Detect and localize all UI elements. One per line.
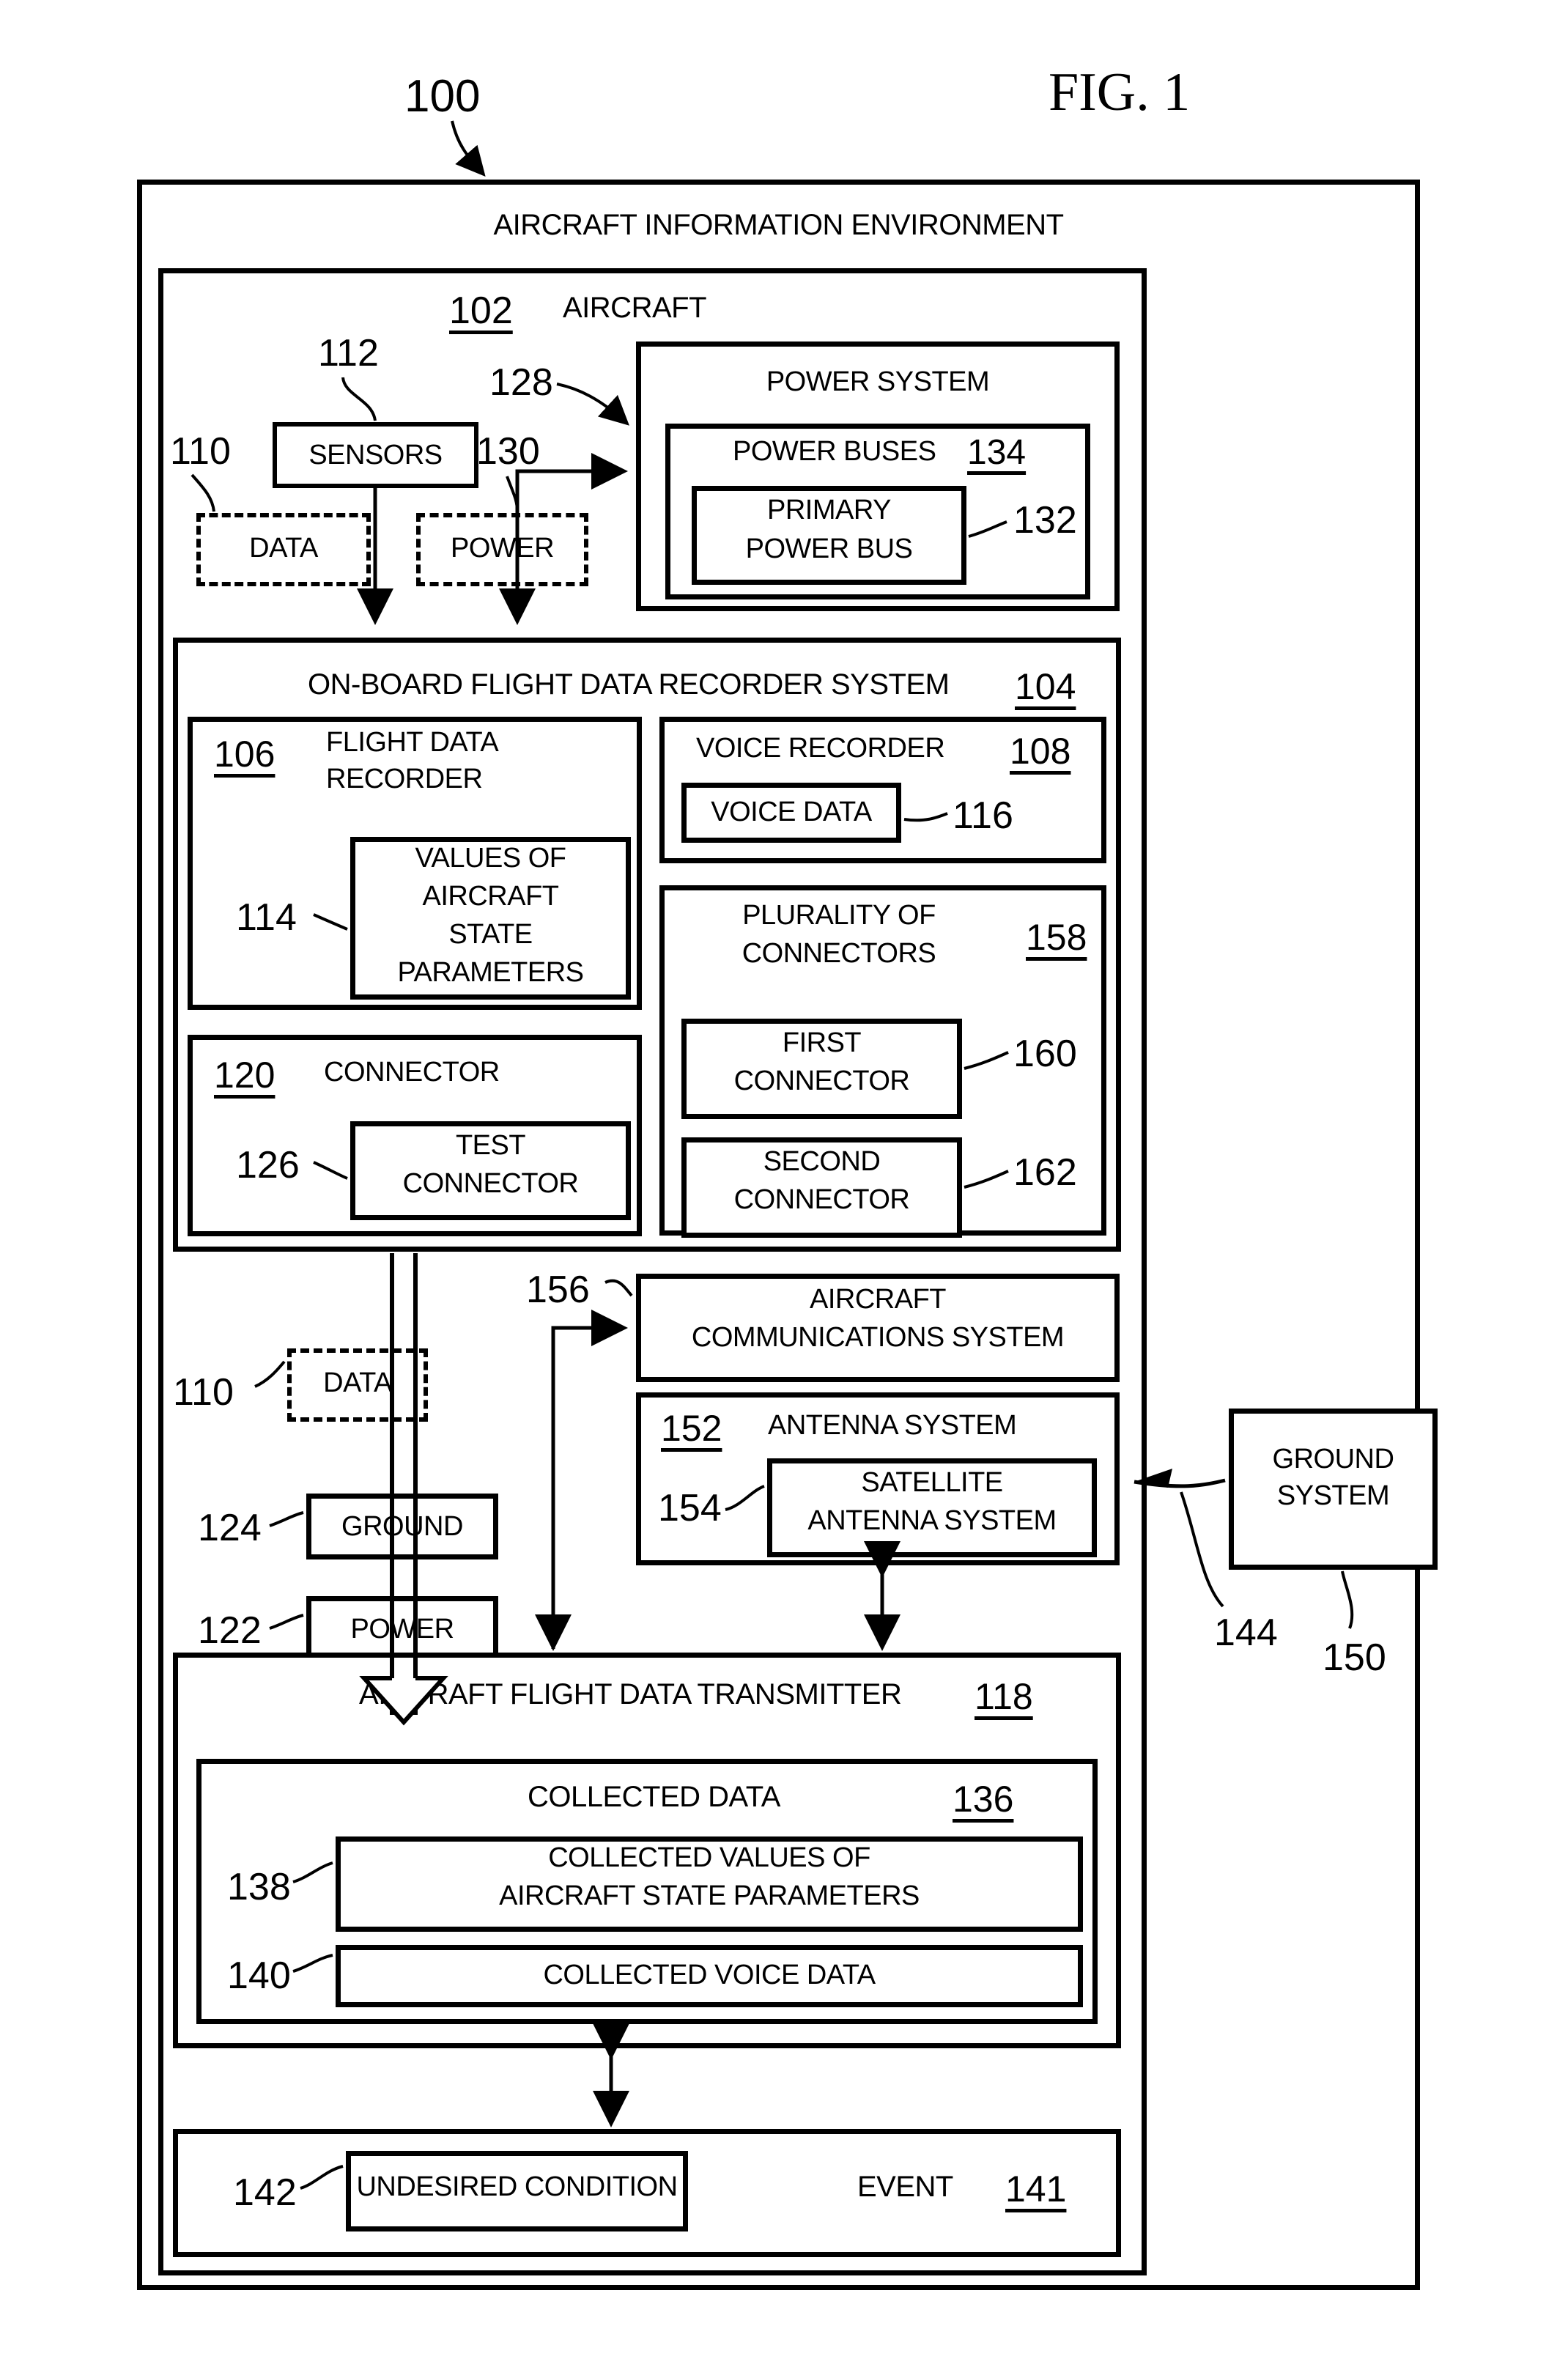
satellite-antenna-ref-154: 154 [658, 1487, 722, 1529]
test-connector-ref-126: 126 [236, 1144, 300, 1186]
aircraft-ref-102: 102 [449, 289, 513, 332]
collected-values-line1: COLLECTED VALUES OF [548, 1842, 870, 1873]
data-label-mid: DATA [323, 1367, 392, 1398]
power-buses-label: POWER BUSES [733, 436, 936, 467]
second-connector-line2: CONNECTOR [733, 1184, 910, 1215]
ground-system-link-ref-144: 144 [1214, 1612, 1278, 1654]
ground-system-line2: SYSTEM [1276, 1480, 1390, 1511]
power-ref-130: 130 [476, 430, 540, 473]
voice-recorder-label: VOICE RECORDER [696, 733, 945, 764]
ground-label: GROUND [341, 1511, 463, 1542]
comm-system-line1: AIRCRAFT [810, 1284, 947, 1315]
collected-voice-label: COLLECTED VOICE DATA [543, 1960, 876, 1990]
ground-system-line1: GROUND [1272, 1444, 1394, 1474]
data-ref-110-mid: 110 [173, 1371, 234, 1414]
aircraft-title: AIRCRAFT [563, 292, 707, 324]
first-connector-line2: CONNECTOR [733, 1066, 910, 1096]
ground-ref-124: 124 [198, 1507, 262, 1549]
event-label: EVENT [857, 2171, 953, 2203]
sensors-ref-112: 112 [318, 332, 379, 374]
collected-data-ref-136: 136 [953, 1779, 1014, 1820]
test-connector-line2: CONNECTOR [402, 1168, 579, 1199]
undesired-condition-ref-142: 142 [233, 2171, 297, 2214]
values-line3: STATE [448, 919, 533, 950]
flight-data-recorder-line2: RECORDER [326, 764, 483, 794]
power-buses-ref-134: 134 [967, 433, 1027, 472]
voice-data-label: VOICE DATA [711, 797, 872, 827]
plurality-line2: CONNECTORS [742, 938, 936, 969]
first-connector-ref-160: 160 [1013, 1033, 1077, 1075]
values-line1: VALUES OF [415, 843, 566, 874]
values-line4: PARAMETERS [397, 957, 584, 988]
voice-recorder-ref-108: 108 [1010, 731, 1071, 772]
comm-system-ref-156: 156 [526, 1269, 590, 1311]
voice-data-ref-116: 116 [953, 794, 1013, 837]
power-ref-122: 122 [198, 1609, 262, 1652]
event-ref-141: 141 [1005, 2168, 1067, 2210]
connector-ref-120: 120 [214, 1055, 275, 1096]
second-connector-line1: SECOND [763, 1146, 881, 1177]
antenna-system-label: ANTENNA SYSTEM [768, 1410, 1017, 1441]
leader-100 [451, 120, 486, 177]
flight-data-recorder-ref-106: 106 [214, 734, 275, 775]
data-ref-110-top: 110 [170, 430, 231, 473]
primary-power-bus-line1: PRIMARY [767, 495, 891, 525]
transmitter-ref-118: 118 [975, 1676, 1033, 1717]
ground-system-ref-150: 150 [1323, 1636, 1386, 1679]
primary-power-bus-ref-132: 132 [1013, 499, 1077, 542]
fdr-system-title: ON-BOARD FLIGHT DATA RECORDER SYSTEM [308, 668, 950, 701]
satellite-antenna-line2: ANTENNA SYSTEM [807, 1505, 1057, 1536]
primary-power-bus-line2: POWER BUS [745, 534, 913, 564]
sensors-label: SENSORS [308, 440, 443, 470]
values-line2: AIRCRAFT [422, 881, 560, 912]
connector-label: CONNECTOR [324, 1057, 500, 1088]
values-ref-114: 114 [236, 896, 297, 939]
collected-data-label: COLLECTED DATA [528, 1781, 780, 1813]
transmitter-title: AIRCRAFT FLIGHT DATA TRANSMITTER [359, 1678, 902, 1710]
collected-values-line2: AIRCRAFT STATE PARAMETERS [499, 1880, 920, 1911]
environment-title: AIRCRAFT INFORMATION ENVIRONMENT [493, 209, 1064, 241]
plurality-ref-158: 158 [1026, 917, 1087, 958]
second-connector-ref-162: 162 [1013, 1151, 1077, 1194]
first-connector-line1: FIRST [782, 1027, 862, 1058]
patent-figure-sheet: 100 FIG. 1 AIRCRAFT INFORMATION ENVIRONM… [0, 0, 1568, 2370]
test-connector-line1: TEST [455, 1130, 526, 1161]
figure-label: FIG. 1 [1049, 62, 1191, 122]
collected-voice-ref-140: 140 [227, 1954, 291, 1997]
comm-system-line2: COMMUNICATIONS SYSTEM [691, 1322, 1065, 1353]
power-label-mid: POWER [350, 1614, 454, 1644]
collected-values-ref-138: 138 [227, 1866, 291, 1908]
satellite-antenna-line1: SATELLITE [861, 1467, 1003, 1498]
undesired-condition-label: UNDESIRED CONDITION [356, 2171, 678, 2202]
plurality-line1: PLURALITY OF [742, 900, 936, 931]
power-system-title: POWER SYSTEM [766, 366, 990, 397]
antenna-system-ref-152: 152 [661, 1408, 722, 1449]
figure-ref-100: 100 [404, 71, 481, 122]
power-connection-ref-128: 128 [489, 361, 553, 404]
power-label-top: POWER [450, 533, 555, 564]
flight-data-recorder-line1: FLIGHT DATA [326, 727, 499, 758]
fdr-system-ref-104: 104 [1015, 666, 1076, 707]
data-label-top: DATA [249, 533, 318, 564]
